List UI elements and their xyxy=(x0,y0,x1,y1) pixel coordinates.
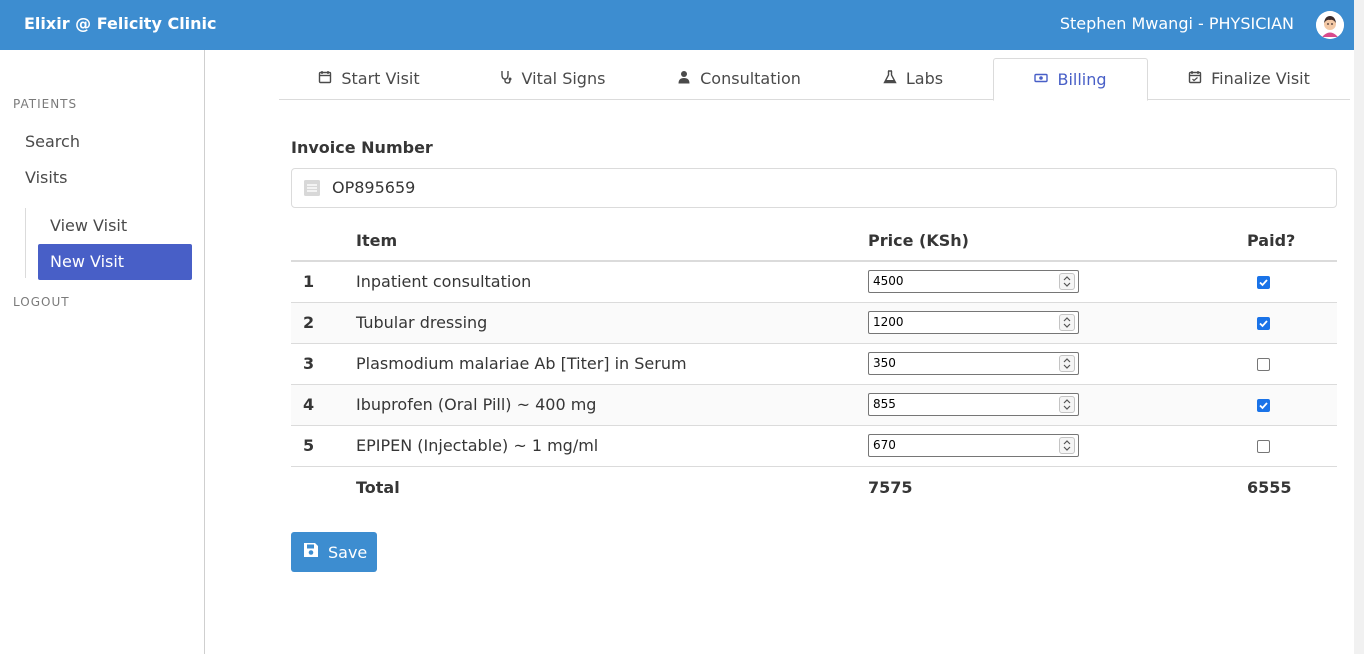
price-input[interactable]: 4500 xyxy=(868,270,1079,294)
tab-vital-signs[interactable]: Vital Signs xyxy=(459,58,645,100)
row-item: EPIPEN (Injectable) ~ 1 mg/ml xyxy=(356,425,868,467)
row-number: 4 xyxy=(291,384,356,426)
price-value: 1200 xyxy=(873,315,904,329)
calendar-check-icon xyxy=(1188,58,1202,100)
paid-checkbox[interactable] xyxy=(1257,358,1270,371)
sidebar: PATIENTS Search Visits View Visit New Vi… xyxy=(0,50,205,654)
table-row: 1 Inpatient consultation 4500 xyxy=(291,261,1337,303)
row-item: Tubular dressing xyxy=(356,302,868,344)
stepper-icon[interactable] xyxy=(1059,273,1075,291)
visit-tabs: Start Visit Vital Signs Consultation Lab… xyxy=(279,58,1350,101)
tab-label: Finalize Visit xyxy=(1211,69,1310,88)
price-value: 670 xyxy=(873,438,896,452)
header-price: Price (KSh) xyxy=(868,220,1247,262)
billing-table: Item Price (KSh) Paid? 1 Inpatient consul… xyxy=(291,220,1337,508)
app-brand[interactable]: Elixir @ Felicity Clinic xyxy=(24,14,217,34)
price-value: 855 xyxy=(873,397,896,411)
price-input[interactable]: 855 xyxy=(868,393,1079,416)
tab-consultation[interactable]: Consultation xyxy=(645,58,833,100)
invoice-number-label: Invoice Number xyxy=(291,138,433,157)
flask-icon xyxy=(883,58,897,100)
row-number: 3 xyxy=(291,343,356,385)
tab-label: Consultation xyxy=(700,69,801,88)
sidebar-item-new-visit[interactable]: New Visit xyxy=(38,244,192,280)
stethoscope-icon xyxy=(499,58,513,100)
money-icon xyxy=(1034,59,1049,101)
total-label: Total xyxy=(356,465,868,508)
row-item: Plasmodium malariae Ab [Titer] in Serum xyxy=(356,343,868,385)
user-avatar-icon[interactable] xyxy=(1316,11,1344,39)
header-number xyxy=(291,220,356,262)
stepper-icon[interactable] xyxy=(1059,355,1075,372)
invoice-number-value: OP895659 xyxy=(332,178,416,197)
row-number: 2 xyxy=(291,302,356,344)
table-row: 5 EPIPEN (Injectable) ~ 1 mg/ml 670 xyxy=(291,425,1337,467)
submenu-divider xyxy=(25,208,26,278)
paid-checkbox[interactable] xyxy=(1257,399,1270,412)
price-input[interactable]: 670 xyxy=(868,434,1079,457)
total-paid: 6555 xyxy=(1247,465,1337,508)
tab-finalize-visit[interactable]: Finalize Visit xyxy=(1148,58,1350,100)
sidebar-item-view-visit[interactable]: View Visit xyxy=(38,208,192,244)
sidebar-item-search[interactable]: Search xyxy=(25,132,80,152)
menu-label-patients: PATIENTS xyxy=(13,97,78,111)
sidebar-item-logout[interactable]: LOGOUT xyxy=(13,295,70,309)
top-navbar: Elixir @ Felicity Clinic Stephen Mwangi … xyxy=(0,0,1354,50)
list-icon xyxy=(302,178,322,198)
table-row: 2 Tubular dressing 1200 xyxy=(291,302,1337,344)
row-number: 1 xyxy=(291,261,356,303)
save-button-label: Save xyxy=(328,542,368,562)
paid-checkbox[interactable] xyxy=(1257,276,1270,290)
tab-label: Start Visit xyxy=(341,69,420,88)
table-row: 3 Plasmodium malariae Ab [Titer] in Serum… xyxy=(291,343,1337,385)
tab-labs[interactable]: Labs xyxy=(833,58,993,100)
calendar-icon xyxy=(318,58,332,100)
user-name-role[interactable]: Stephen Mwangi - PHYSICIAN xyxy=(1060,14,1294,34)
paid-checkbox[interactable] xyxy=(1257,440,1270,453)
tab-label: Billing xyxy=(1057,69,1107,89)
stepper-icon[interactable] xyxy=(1059,314,1075,331)
total-row: Total 7575 6555 xyxy=(291,465,1337,508)
invoice-number-field[interactable]: OP895659 xyxy=(291,168,1337,208)
paid-checkbox[interactable] xyxy=(1257,317,1270,330)
table-header-row: Item Price (KSh) Paid? xyxy=(291,220,1337,262)
stepper-icon[interactable] xyxy=(1059,396,1075,413)
save-button[interactable]: Save xyxy=(291,532,377,572)
row-item: Ibuprofen (Oral Pill) ~ 400 mg xyxy=(356,384,868,426)
tab-label: Vital Signs xyxy=(521,69,606,88)
sidebar-item-visits[interactable]: Visits xyxy=(25,168,67,188)
tab-billing[interactable]: Billing xyxy=(993,58,1148,101)
save-icon xyxy=(302,541,320,563)
header-item: Item xyxy=(356,220,868,262)
price-value: 4500 xyxy=(873,274,904,289)
table-row: 4 Ibuprofen (Oral Pill) ~ 400 mg 855 xyxy=(291,384,1337,426)
doctor-icon xyxy=(677,58,691,100)
tab-label: Labs xyxy=(905,69,944,88)
stepper-icon[interactable] xyxy=(1059,437,1075,454)
price-value: 350 xyxy=(873,356,896,370)
price-input[interactable]: 1200 xyxy=(868,311,1079,334)
total-price: 7575 xyxy=(868,465,1247,508)
scrollbar[interactable] xyxy=(1354,0,1364,654)
row-number: 5 xyxy=(291,425,356,467)
tab-start-visit[interactable]: Start Visit xyxy=(279,58,459,100)
header-paid: Paid? xyxy=(1247,220,1337,262)
price-input[interactable]: 350 xyxy=(868,352,1079,375)
row-item: Inpatient consultation xyxy=(356,261,868,303)
